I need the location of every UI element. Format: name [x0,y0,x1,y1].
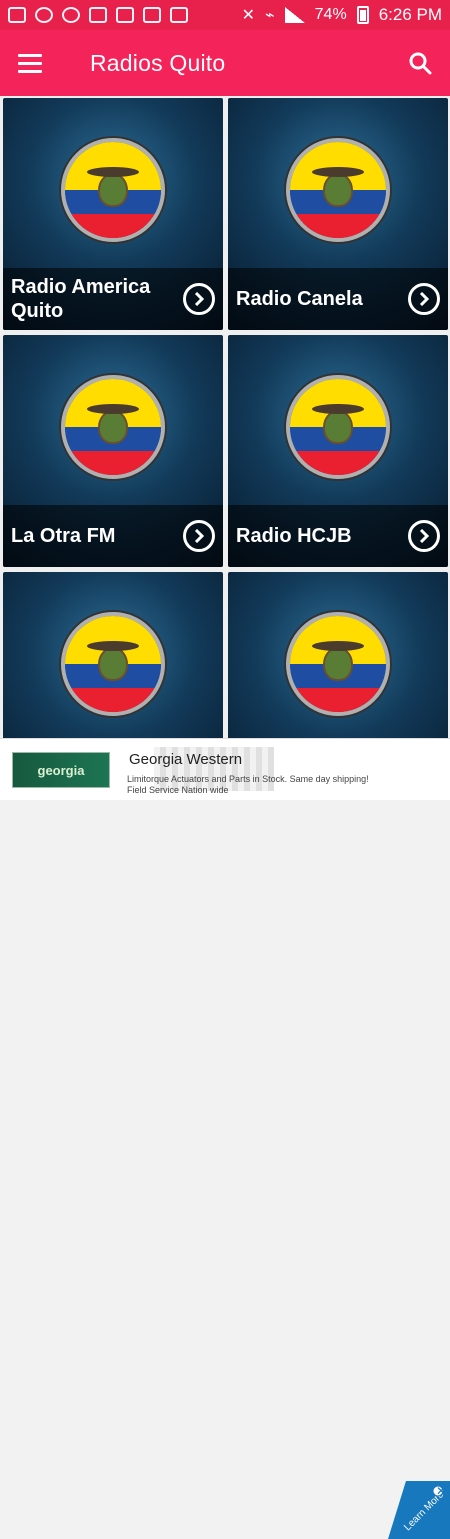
ad-title[interactable]: Georgia Western [129,751,242,768]
station-card[interactable] [3,572,223,738]
image-icon [170,7,188,23]
shield-icon [35,7,53,23]
ecuador-flag-icon [61,138,165,242]
chevron-right-icon [194,529,205,543]
chevron-right-icon [419,292,430,306]
battery-icon [356,6,369,24]
station-caption: Radio America Quito [3,268,223,330]
station-grid: Radio America Quito Radio Canela La Otra… [0,96,450,738]
search-icon [409,52,432,75]
ad-logo[interactable]: georgia [12,752,110,788]
station-card[interactable]: Radio HCJB [228,335,448,567]
app-bar: Radios Quito [0,30,450,96]
station-card[interactable]: Radio Canela [228,98,448,330]
ecuador-flag-icon [286,138,390,242]
station-name: Radio Canela [236,288,363,310]
play-button[interactable] [408,283,440,315]
menu-icon [18,69,42,73]
clock: 6:26 PM [378,5,442,24]
wifi-icon: ⌁ [265,7,275,24]
status-bar: ✕ ⌁ 74% 6:26 PM [0,0,450,30]
station-name: La Otra FM [11,525,116,547]
shield-icon [62,7,80,23]
menu-icon [18,61,42,65]
station-caption: Radio HCJB [228,505,448,567]
battery-percentage: 74% [314,6,347,23]
station-caption: Radio Canela [228,268,448,330]
ecuador-flag-icon [286,612,390,716]
mute-icon: ✕ [241,7,256,24]
chat-icon [8,7,26,23]
ad-description[interactable]: Limitorque Actuators and Parts in Stock.… [127,774,387,796]
play-button[interactable] [183,520,215,552]
play-button[interactable] [183,283,215,315]
radio-icon [116,7,134,23]
station-card[interactable] [228,572,448,738]
ad-close-icon[interactable]: ✕ [436,1484,446,1498]
advertisement-banner[interactable]: georgia Georgia Western Limitorque Actua… [0,738,450,1539]
notification-icons [8,7,188,23]
menu-button[interactable] [0,30,60,96]
ecuador-flag-icon [61,612,165,716]
ecuador-flag-icon [61,375,165,479]
station-name: Radio HCJB [236,525,352,547]
page-title: Radios Quito [90,49,226,76]
radio-icon [143,7,161,23]
signal-icon [284,7,305,23]
search-button[interactable] [390,30,450,96]
station-caption: La Otra FM [3,505,223,567]
play-button[interactable] [408,520,440,552]
station-name: Radio America Quito [11,276,151,322]
ecuador-flag-icon [286,375,390,479]
chevron-right-icon [194,292,205,306]
system-status: ✕ ⌁ 74% 6:26 PM [242,5,442,25]
station-card[interactable]: La Otra FM [3,335,223,567]
checklist-icon [89,7,107,23]
chevron-right-icon [419,529,430,543]
station-card[interactable]: Radio America Quito [3,98,223,330]
menu-icon [18,53,42,57]
